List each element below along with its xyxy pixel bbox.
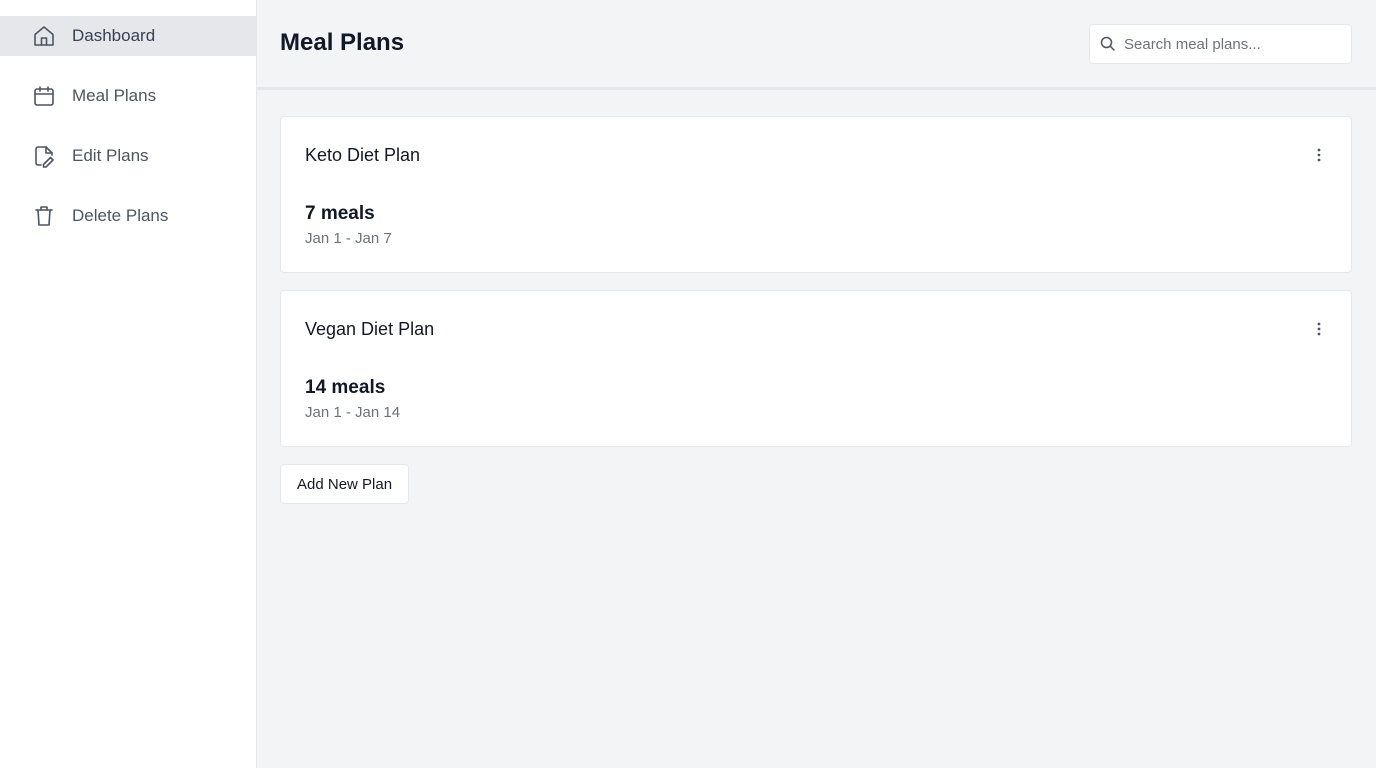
plan-name: Keto Diet Plan [305, 145, 421, 165]
plan-name: Vegan Diet Plan [305, 319, 435, 339]
plan-card[interactable]: Vegan Diet Plan 14 meals Jan 1 - Jan 14 [280, 290, 1352, 447]
plan-meal-count: 14 meals [305, 377, 386, 398]
more-options-button[interactable] [1309, 145, 1329, 165]
plan-date-range: Jan 1 - Jan 7 [305, 230, 392, 247]
add-new-plan-button[interactable]: Add New Plan [280, 464, 410, 504]
kebab-menu-icon [1317, 322, 1321, 336]
more-options-button[interactable] [1309, 319, 1329, 339]
sidebar-item-label: Dashboard [72, 26, 156, 45]
edit-file-icon [32, 144, 56, 168]
main-content: Meal Plans Keto Diet Plan 7 meals Jan 1 … [257, 0, 1376, 768]
sidebar-item-label: Edit Plans [72, 146, 149, 165]
sidebar: Dashboard Meal Plans Edit Plans Delete P… [0, 0, 257, 768]
sidebar-item-delete-plans[interactable]: Delete Plans [0, 196, 256, 236]
search-input[interactable] [1124, 35, 1344, 53]
sidebar-item-meal-plans[interactable]: Meal Plans [0, 76, 256, 116]
plan-date-range: Jan 1 - Jan 14 [305, 404, 401, 421]
sidebar-item-label: Meal Plans [72, 86, 157, 105]
calendar-icon [32, 84, 56, 108]
sidebar-item-dashboard[interactable]: Dashboard [0, 16, 256, 56]
search-icon [1100, 36, 1116, 52]
sidebar-item-label: Delete Plans [72, 206, 169, 225]
plan-card[interactable]: Keto Diet Plan 7 meals Jan 1 - Jan 7 [280, 116, 1352, 273]
search-box[interactable] [1089, 24, 1352, 64]
page-title: Meal Plans [280, 29, 405, 56]
sidebar-item-edit-plans[interactable]: Edit Plans [0, 136, 256, 176]
plan-meal-count: 7 meals [305, 203, 375, 224]
kebab-menu-icon [1317, 148, 1321, 162]
trash-icon [32, 204, 56, 228]
home-icon [32, 24, 56, 48]
page-header: Meal Plans [257, 0, 1376, 90]
